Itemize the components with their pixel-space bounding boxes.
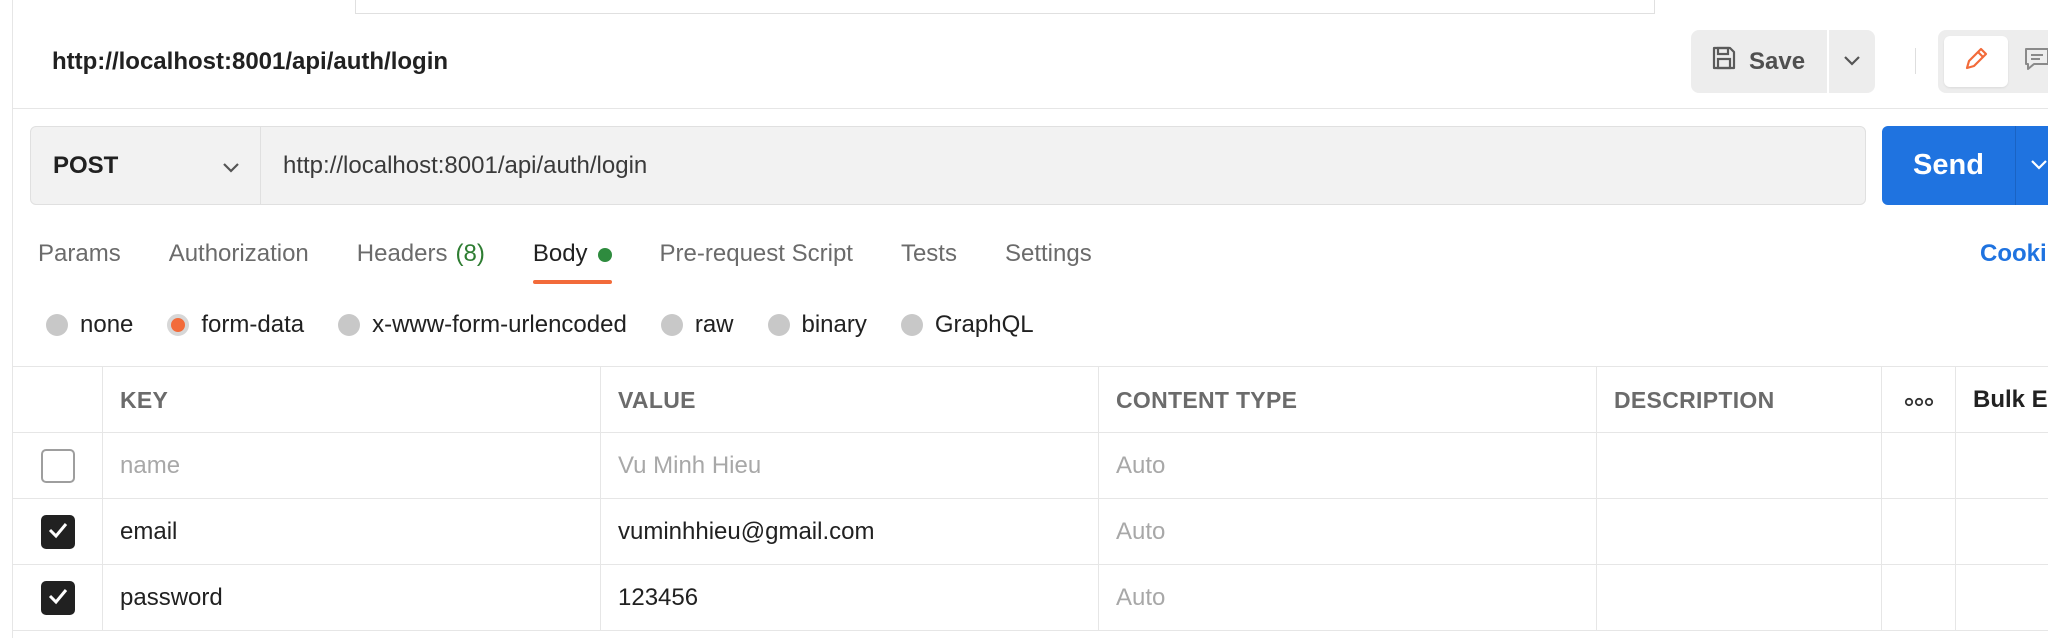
comment-icon <box>2022 44 2048 79</box>
radio-circle <box>338 314 361 336</box>
content-type-cell[interactable]: Auto <box>1099 565 1597 631</box>
comments-mode-button[interactable] <box>2022 36 2048 87</box>
radio-raw[interactable]: raw <box>660 311 734 339</box>
radio-label: raw <box>694 311 734 338</box>
checkmark-icon <box>47 584 69 612</box>
tab-label: Params <box>38 240 121 267</box>
radio-circle <box>660 314 683 336</box>
tab-body[interactable]: Body <box>532 232 612 284</box>
tab-label: Settings <box>1004 240 1092 267</box>
radio-label: x-www-form-urlencoded <box>372 311 627 338</box>
radio-circle <box>900 314 923 336</box>
tab-strip-edge <box>355 0 1655 14</box>
row-spacer <box>1882 565 1956 631</box>
table-row: password 123456 Auto <box>13 565 2048 631</box>
request-title-row: http://localhost:8001/api/auth/login Sav… <box>13 14 2048 109</box>
url-bar: POST http://localhost:8001/api/auth/logi… <box>30 126 1866 205</box>
send-button[interactable]: Send <box>1882 126 2016 205</box>
pencil-icon <box>1961 44 1991 79</box>
key-cell[interactable]: email <box>103 499 601 565</box>
radio-circle-selected <box>167 314 190 336</box>
radio-none[interactable]: none <box>46 311 133 339</box>
value-cell[interactable]: Vu Minh Hieu <box>601 433 1099 499</box>
tab-label: Headers <box>356 240 448 267</box>
description-cell[interactable] <box>1597 565 1882 631</box>
header-value: VALUE <box>601 367 1099 433</box>
save-group: Save <box>1691 30 1875 93</box>
radio-label: binary <box>801 311 867 338</box>
row-spacer <box>1882 433 1956 499</box>
tab-pre-request-script[interactable]: Pre-request Script <box>660 232 853 284</box>
radio-label: none <box>80 311 134 338</box>
key-cell[interactable]: password <box>103 565 601 631</box>
description-cell[interactable] <box>1597 499 1882 565</box>
tab-authorization[interactable]: Authorization <box>169 232 309 284</box>
table-row: email vuminhhieu@gmail.com Auto <box>13 499 2048 565</box>
tab-tests[interactable]: Tests <box>901 232 957 284</box>
body-active-dot <box>597 248 612 262</box>
cookies-link[interactable]: Cooki <box>1980 240 2047 268</box>
view-mode-toggle <box>1938 30 2048 93</box>
save-button[interactable]: Save <box>1691 30 1827 93</box>
header-content-type: CONTENT TYPE <box>1099 367 1597 433</box>
content-type-cell[interactable]: Auto <box>1099 433 1597 499</box>
row-checkbox-cell <box>13 499 103 565</box>
tab-params[interactable]: Params <box>38 232 121 284</box>
checkmark-icon <box>47 518 69 546</box>
table-header-row: KEY VALUE CONTENT TYPE DESCRIPTION Bulk … <box>13 367 2048 433</box>
headers-count: (8) <box>455 240 485 267</box>
tab-headers[interactable]: Headers (8) <box>357 232 485 284</box>
url-input[interactable]: http://localhost:8001/api/auth/login <box>261 127 1865 204</box>
request-tabs: Params Authorization Headers (8) Body Pre… <box>38 232 1140 284</box>
more-options-button[interactable] <box>1882 367 1956 433</box>
method-select[interactable]: POST <box>31 127 261 204</box>
header-key: KEY <box>103 367 601 433</box>
send-dropdown-button[interactable] <box>2016 126 2048 205</box>
row-checkbox-cell <box>13 433 103 499</box>
form-data-table: KEY VALUE CONTENT TYPE DESCRIPTION Bulk … <box>13 366 2048 631</box>
tab-label: Authorization <box>168 240 309 267</box>
header-checkbox-column <box>13 367 103 433</box>
send-button-group: Send <box>1882 126 2048 205</box>
header-description: DESCRIPTION <box>1597 367 1882 433</box>
tab-settings[interactable]: Settings <box>1005 232 1092 284</box>
tab-label: Pre-request Script <box>659 240 853 267</box>
save-label: Save <box>1749 47 1806 75</box>
toolbar-divider <box>1915 48 1916 74</box>
method-label: POST <box>53 151 119 179</box>
table-row: name Vu Minh Hieu Auto <box>13 433 2048 499</box>
radio-label: form-data <box>201 311 305 338</box>
save-dropdown-button[interactable] <box>1829 30 1875 93</box>
content-type-cell[interactable]: Auto <box>1099 499 1597 565</box>
request-editor: http://localhost:8001/api/auth/login Sav… <box>0 0 2048 638</box>
row-spacer <box>1882 499 1956 565</box>
radio-binary[interactable]: binary <box>767 311 867 339</box>
tab-label: Tests <box>900 240 957 267</box>
description-cell[interactable] <box>1597 433 1882 499</box>
save-icon <box>1711 45 1737 78</box>
radio-graphql[interactable]: GraphQL <box>900 311 1034 339</box>
body-type-radios: none form-data x-www-form-urlencoded raw… <box>46 310 1068 340</box>
chevron-down-icon <box>1843 53 1861 71</box>
chevron-down-icon <box>2030 157 2048 175</box>
radio-circle <box>767 314 790 336</box>
radio-circle <box>46 314 68 336</box>
sidebar-edge <box>0 0 13 638</box>
value-cell[interactable]: vuminhhieu@gmail.com <box>601 499 1099 565</box>
row-checkbox-cell <box>13 565 103 631</box>
radio-label: GraphQL <box>934 311 1034 338</box>
edit-mode-button[interactable] <box>1944 36 2008 87</box>
more-horizontal-icon <box>1904 386 1934 414</box>
radio-x-www-form-urlencoded[interactable]: x-www-form-urlencoded <box>338 311 627 339</box>
bulk-edit-link[interactable]: Bulk E <box>1956 367 2048 433</box>
tab-label: Body <box>532 240 588 267</box>
row-checkbox[interactable] <box>40 515 75 549</box>
chevron-down-icon <box>222 152 240 180</box>
request-title[interactable]: http://localhost:8001/api/auth/login <box>52 48 448 76</box>
value-cell[interactable]: 123456 <box>601 565 1099 631</box>
radio-form-data[interactable]: form-data <box>167 311 304 339</box>
row-checkbox[interactable] <box>40 581 75 615</box>
key-cell[interactable]: name <box>103 433 601 499</box>
row-checkbox[interactable] <box>40 449 75 483</box>
